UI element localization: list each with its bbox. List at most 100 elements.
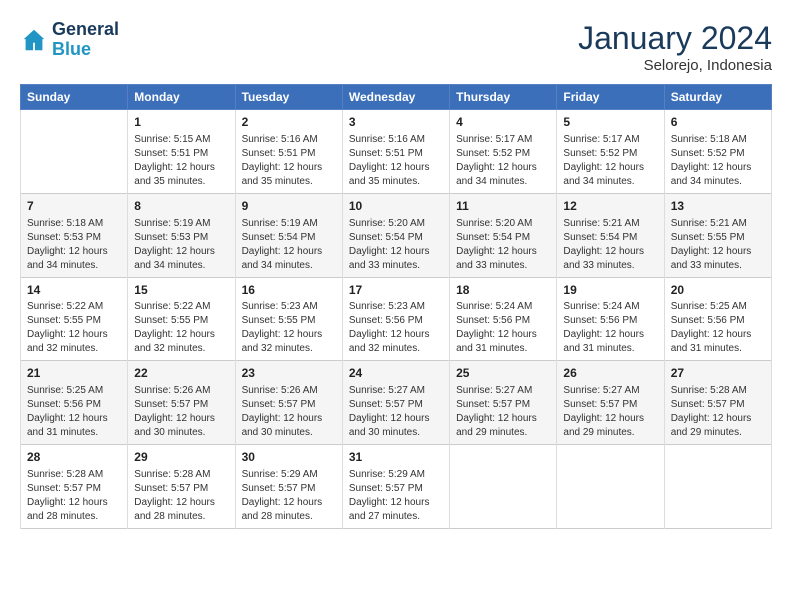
day-cell: 17Sunrise: 5:23 AM Sunset: 5:56 PM Dayli… [342, 277, 449, 361]
col-header-friday: Friday [557, 85, 664, 110]
day-info: Sunrise: 5:17 AM Sunset: 5:52 PM Dayligh… [456, 133, 550, 189]
day-number: 2 [242, 114, 336, 131]
day-info: Sunrise: 5:18 AM Sunset: 5:52 PM Dayligh… [671, 133, 765, 189]
day-info: Sunrise: 5:27 AM Sunset: 5:57 PM Dayligh… [563, 384, 657, 440]
logo-icon [20, 26, 48, 54]
week-row-5: 28 Sunrise: 5:28 AM Sunset: 5:57 PM Dayli… [21, 445, 772, 529]
day-info: Sunrise: 5:23 AM Sunset: 5:56 PM Dayligh… [349, 300, 443, 356]
day-cell: 11 Sunrise: 5:20 AM Sunset: 5:54 PM Dayli… [450, 193, 557, 277]
day-info: Sunrise: 5:25 AM Sunset: 5:56 PM Dayligh… [27, 384, 121, 440]
day-info: Sunrise: 5:22 AM Sunset: 5:55 PM Dayligh… [27, 300, 121, 356]
day-info: Sunrise: 5:29 AM Sunset: 5:57 PM Dayligh… [242, 468, 336, 524]
day-cell: 16Sunrise: 5:23 AM Sunset: 5:55 PM Dayli… [235, 277, 342, 361]
day-info: Sunrise: 5:26 AM Sunset: 5:57 PM Dayligh… [134, 384, 228, 440]
day-number: 29 [134, 449, 228, 466]
day-info: Sunrise: 5:24 AM Sunset: 5:56 PM Dayligh… [563, 300, 657, 356]
day-info: Sunrise: 5:20 AM Sunset: 5:54 PM Dayligh… [349, 217, 443, 273]
day-number: 28 [27, 449, 121, 466]
day-info: Sunrise: 5:20 AM Sunset: 5:54 PM Dayligh… [456, 217, 550, 273]
title-block: January 2024 Selorejo, Indonesia [578, 20, 772, 74]
day-cell: 15Sunrise: 5:22 AM Sunset: 5:55 PM Dayli… [128, 277, 235, 361]
col-header-wednesday: Wednesday [342, 85, 449, 110]
day-info: Sunrise: 5:28 AM Sunset: 5:57 PM Dayligh… [134, 468, 228, 524]
day-cell [557, 445, 664, 529]
day-number: 12 [563, 198, 657, 215]
calendar-table: SundayMondayTuesdayWednesdayThursdayFrid… [20, 84, 772, 529]
day-info: Sunrise: 5:21 AM Sunset: 5:55 PM Dayligh… [671, 217, 765, 273]
day-number: 27 [671, 365, 765, 382]
day-info: Sunrise: 5:26 AM Sunset: 5:57 PM Dayligh… [242, 384, 336, 440]
day-cell: 9 Sunrise: 5:19 AM Sunset: 5:54 PM Daylig… [235, 193, 342, 277]
day-info: Sunrise: 5:19 AM Sunset: 5:54 PM Dayligh… [242, 217, 336, 273]
col-header-sunday: Sunday [21, 85, 128, 110]
day-number: 4 [456, 114, 550, 131]
day-info: Sunrise: 5:21 AM Sunset: 5:54 PM Dayligh… [563, 217, 657, 273]
day-cell: 23 Sunrise: 5:26 AM Sunset: 5:57 PM Dayli… [235, 361, 342, 445]
day-cell: 6Sunrise: 5:18 AM Sunset: 5:52 PM Daylig… [664, 110, 771, 194]
day-cell: 10Sunrise: 5:20 AM Sunset: 5:54 PM Dayli… [342, 193, 449, 277]
day-cell: 30 Sunrise: 5:29 AM Sunset: 5:57 PM Dayli… [235, 445, 342, 529]
day-info: Sunrise: 5:17 AM Sunset: 5:52 PM Dayligh… [563, 133, 657, 189]
day-cell: 13Sunrise: 5:21 AM Sunset: 5:55 PM Dayli… [664, 193, 771, 277]
day-cell: 1 Sunrise: 5:15 AM Sunset: 5:51 PM Daylig… [128, 110, 235, 194]
week-row-3: 14Sunrise: 5:22 AM Sunset: 5:55 PM Dayli… [21, 277, 772, 361]
day-number: 7 [27, 198, 121, 215]
day-number: 1 [134, 114, 228, 131]
day-number: 19 [563, 282, 657, 299]
day-cell: 8 Sunrise: 5:19 AM Sunset: 5:53 PM Daylig… [128, 193, 235, 277]
day-cell: 29 Sunrise: 5:28 AM Sunset: 5:57 PM Dayli… [128, 445, 235, 529]
week-row-1: 1 Sunrise: 5:15 AM Sunset: 5:51 PM Daylig… [21, 110, 772, 194]
day-info: Sunrise: 5:16 AM Sunset: 5:51 PM Dayligh… [349, 133, 443, 189]
day-cell: 31 Sunrise: 5:29 AM Sunset: 5:57 PM Dayli… [342, 445, 449, 529]
day-cell: 21 Sunrise: 5:25 AM Sunset: 5:56 PM Dayli… [21, 361, 128, 445]
day-cell: 18Sunrise: 5:24 AM Sunset: 5:56 PM Dayli… [450, 277, 557, 361]
day-cell: 22 Sunrise: 5:26 AM Sunset: 5:57 PM Dayli… [128, 361, 235, 445]
month-title: January 2024 [578, 20, 772, 57]
day-number: 25 [456, 365, 550, 382]
day-number: 20 [671, 282, 765, 299]
day-info: Sunrise: 5:25 AM Sunset: 5:56 PM Dayligh… [671, 300, 765, 356]
day-info: Sunrise: 5:27 AM Sunset: 5:57 PM Dayligh… [349, 384, 443, 440]
day-cell: 28Sunrise: 5:28 AM Sunset: 5:57 PM Dayli… [21, 445, 128, 529]
day-number: 30 [242, 449, 336, 466]
day-number: 9 [242, 198, 336, 215]
logo: General Blue [20, 20, 119, 60]
week-row-2: 7 Sunrise: 5:18 AM Sunset: 5:53 PM Daylig… [21, 193, 772, 277]
day-number: 31 [349, 449, 443, 466]
day-number: 14 [27, 282, 121, 299]
day-number: 11 [456, 198, 550, 215]
day-number: 21 [27, 365, 121, 382]
logo-text: General Blue [52, 20, 119, 60]
day-cell: 19Sunrise: 5:24 AM Sunset: 5:56 PM Dayli… [557, 277, 664, 361]
day-number: 23 [242, 365, 336, 382]
day-cell [450, 445, 557, 529]
day-info: Sunrise: 5:19 AM Sunset: 5:53 PM Dayligh… [134, 217, 228, 273]
day-cell: 24 Sunrise: 5:27 AM Sunset: 5:57 PM Dayli… [342, 361, 449, 445]
day-number: 26 [563, 365, 657, 382]
day-number: 24 [349, 365, 443, 382]
day-number: 5 [563, 114, 657, 131]
day-info: Sunrise: 5:18 AM Sunset: 5:53 PM Dayligh… [27, 217, 121, 273]
col-header-saturday: Saturday [664, 85, 771, 110]
day-cell: 12 Sunrise: 5:21 AM Sunset: 5:54 PM Dayli… [557, 193, 664, 277]
day-info: Sunrise: 5:24 AM Sunset: 5:56 PM Dayligh… [456, 300, 550, 356]
day-cell: 5 Sunrise: 5:17 AM Sunset: 5:52 PM Daylig… [557, 110, 664, 194]
day-info: Sunrise: 5:28 AM Sunset: 5:57 PM Dayligh… [671, 384, 765, 440]
day-info: Sunrise: 5:27 AM Sunset: 5:57 PM Dayligh… [456, 384, 550, 440]
day-number: 18 [456, 282, 550, 299]
week-row-4: 21 Sunrise: 5:25 AM Sunset: 5:56 PM Dayli… [21, 361, 772, 445]
day-info: Sunrise: 5:22 AM Sunset: 5:55 PM Dayligh… [134, 300, 228, 356]
day-info: Sunrise: 5:15 AM Sunset: 5:51 PM Dayligh… [134, 133, 228, 189]
day-info: Sunrise: 5:29 AM Sunset: 5:57 PM Dayligh… [349, 468, 443, 524]
day-number: 22 [134, 365, 228, 382]
day-number: 8 [134, 198, 228, 215]
day-cell: 20Sunrise: 5:25 AM Sunset: 5:56 PM Dayli… [664, 277, 771, 361]
day-cell: 25 Sunrise: 5:27 AM Sunset: 5:57 PM Dayli… [450, 361, 557, 445]
location: Selorejo, Indonesia [578, 57, 772, 74]
day-cell: 3Sunrise: 5:16 AM Sunset: 5:51 PM Daylig… [342, 110, 449, 194]
day-info: Sunrise: 5:23 AM Sunset: 5:55 PM Dayligh… [242, 300, 336, 356]
day-number: 17 [349, 282, 443, 299]
col-header-tuesday: Tuesday [235, 85, 342, 110]
col-header-thursday: Thursday [450, 85, 557, 110]
page-header: General Blue January 2024 Selorejo, Indo… [20, 20, 772, 74]
